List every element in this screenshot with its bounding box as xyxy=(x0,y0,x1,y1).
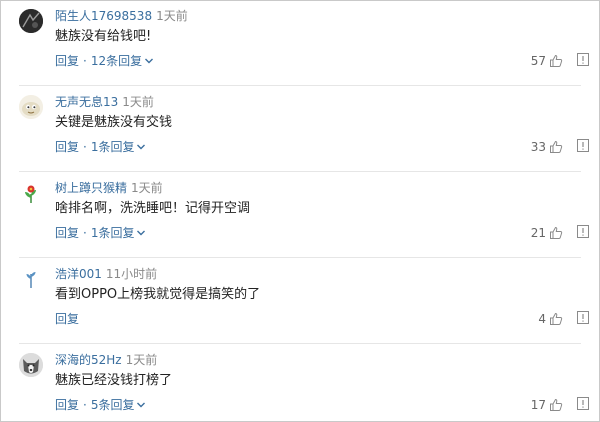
comment-time: 1天前 xyxy=(156,9,188,23)
replies-count-label: 1条回复 xyxy=(90,140,135,154)
chevron-down-icon xyxy=(136,229,146,237)
chevron-down-icon xyxy=(136,143,146,151)
dark-profile-avatar-icon xyxy=(19,9,43,33)
cartoon-avatar-icon xyxy=(19,95,43,119)
separator-dot: · xyxy=(83,54,87,68)
view-replies-button[interactable]: 12条回复 xyxy=(91,53,154,69)
username[interactable]: 深海的52Hz xyxy=(55,353,122,367)
like-count: 57 xyxy=(530,54,546,68)
thumbs-up-icon[interactable] xyxy=(549,54,563,68)
divider xyxy=(19,85,581,86)
comment-text: 关键是魅族没有交钱 xyxy=(55,115,173,130)
report-icon[interactable] xyxy=(577,53,589,66)
separator-dot: · xyxy=(83,398,87,412)
thumbs-up-icon[interactable] xyxy=(549,226,563,240)
chevron-down-icon xyxy=(144,57,154,65)
username[interactable]: 浩洋001 xyxy=(55,267,102,281)
like-count: 21 xyxy=(530,226,546,240)
like-count: 33 xyxy=(530,140,546,154)
report-icon[interactable] xyxy=(577,397,589,410)
comment-item: 陌生人17698538 1天前 魅族没有给钱吧! 回复 · 12条回复 57 xyxy=(1,1,599,87)
comment-list: 陌生人17698538 1天前 魅族没有给钱吧! 回复 · 12条回复 57 无… xyxy=(0,0,600,422)
view-replies-button[interactable]: 5条回复 xyxy=(91,397,147,413)
comment-text: 魅族没有给钱吧! xyxy=(55,29,152,44)
avatar[interactable] xyxy=(19,95,43,119)
comment-time: 1天前 xyxy=(125,353,158,367)
like-count: 4 xyxy=(538,312,546,326)
view-replies-button[interactable]: 1条回复 xyxy=(91,139,147,155)
avatar[interactable] xyxy=(19,267,43,291)
username[interactable]: 无声无息13 xyxy=(55,95,118,109)
username[interactable]: 树上蹲只猴精 xyxy=(55,181,127,195)
report-icon[interactable] xyxy=(577,311,589,324)
thumbs-up-icon[interactable] xyxy=(549,398,563,412)
reply-button[interactable]: 回复 xyxy=(55,397,79,413)
divider xyxy=(19,343,581,344)
comment-item: 浩洋001 11小时前 看到OPPO上榜我就觉得是搞笑的了 回复 4 xyxy=(1,259,599,345)
separator-dot: · xyxy=(83,226,87,240)
username[interactable]: 陌生人17698538 xyxy=(55,9,152,23)
reply-button[interactable]: 回复 xyxy=(55,53,79,69)
avatar[interactable] xyxy=(19,353,43,377)
replies-count-label: 12条回复 xyxy=(90,54,143,68)
separator-dot: · xyxy=(83,140,87,154)
comment-item: 深海的52Hz 1天前 魅族已经没钱打榜了 回复 · 5条回复 17 xyxy=(1,345,599,421)
replies-count-label: 5条回复 xyxy=(90,398,135,412)
comment-text: 啥排名啊，洗洗睡吧！记得开空调 xyxy=(55,201,251,216)
chevron-down-icon xyxy=(136,401,146,409)
thumbs-up-icon[interactable] xyxy=(549,312,563,326)
thumbs-up-icon[interactable] xyxy=(549,140,563,154)
comment-time: 1天前 xyxy=(122,95,154,109)
comment-text: 魅族已经没钱打榜了 xyxy=(55,373,173,388)
report-icon[interactable] xyxy=(577,225,589,238)
flower-avatar-icon xyxy=(19,181,43,205)
comment-text: 看到OPPO上榜我就觉得是搞笑的了 xyxy=(55,287,261,302)
like-count: 17 xyxy=(530,398,546,412)
reply-button[interactable]: 回复 xyxy=(55,225,79,241)
reply-button[interactable]: 回复 xyxy=(55,139,79,155)
leaf-avatar-icon xyxy=(19,267,43,291)
divider xyxy=(19,257,581,258)
divider xyxy=(19,171,581,172)
avatar[interactable] xyxy=(19,9,43,33)
comment-time: 11小时前 xyxy=(105,267,158,281)
comment-time: 1天前 xyxy=(131,181,163,195)
reply-button[interactable]: 回复 xyxy=(55,311,79,327)
view-replies-button[interactable]: 1条回复 xyxy=(91,225,147,241)
avatar[interactable] xyxy=(19,181,43,205)
comment-item: 树上蹲只猴精 1天前 啥排名啊，洗洗睡吧！记得开空调 回复 · 1条回复 21 xyxy=(1,173,599,259)
report-icon[interactable] xyxy=(577,139,589,152)
comment-item: 无声无息13 1天前 关键是魅族没有交钱 回复 · 1条回复 33 xyxy=(1,87,599,173)
husky-avatar-icon xyxy=(19,353,43,377)
replies-count-label: 1条回复 xyxy=(90,226,135,240)
